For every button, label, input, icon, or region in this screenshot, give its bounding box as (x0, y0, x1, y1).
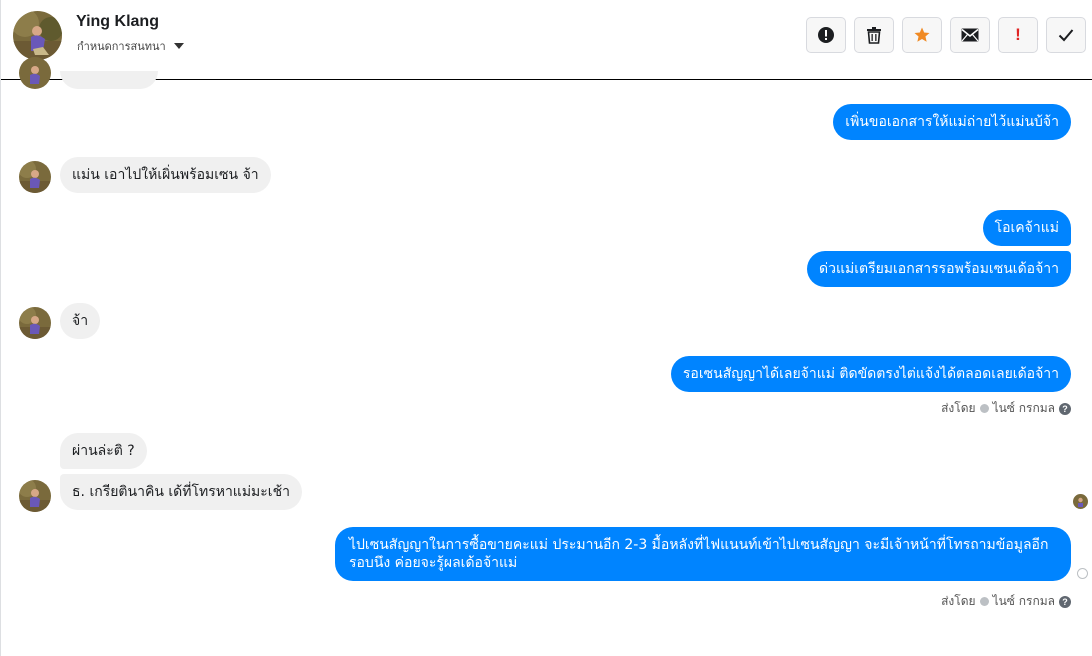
sent-by-info: ส่งโดย ไนซ์ กรกมล ? (941, 592, 1071, 611)
seen-avatar (1073, 494, 1088, 509)
sent-by-info: ส่งโดย ไนซ์ กรกมล ? (941, 399, 1071, 418)
incoming-message[interactable]: แม่น เอาไปให้เผิ่นพร้อมเซน จ้า (60, 157, 271, 193)
avatar[interactable] (19, 307, 51, 339)
trash-icon (867, 27, 881, 44)
sent-by-prefix: ส่งโดย (941, 401, 976, 415)
toolbar: ! (806, 17, 1086, 53)
mail-button[interactable] (950, 17, 990, 53)
outgoing-message[interactable]: รอเซนสัญญาได้เลยจ้าแม่ ติดขัดตรงไต่แจ้งไ… (670, 356, 1071, 392)
star-button[interactable] (902, 17, 942, 53)
sender-badge-icon (979, 597, 989, 606)
star-icon (914, 27, 930, 42)
sender-name: ไนซ์ กรกมล (992, 594, 1055, 608)
messenger-app: Ying Klang กำหนดการสนทนา ! เพิ่นขอเอกสาร… (0, 0, 1092, 656)
incoming-message[interactable]: จ้า (60, 303, 101, 339)
mail-icon (961, 28, 979, 42)
sender-name: ไนซ์ กรกมล (992, 401, 1055, 415)
contact-name[interactable]: Ying Klang (76, 13, 159, 31)
help-icon[interactable]: ? (1059, 402, 1071, 415)
message-bubble-partial (60, 71, 158, 89)
checkmark-icon (1058, 29, 1074, 42)
avatar[interactable] (19, 480, 51, 512)
spam-button[interactable]: ! (998, 17, 1038, 53)
incoming-message[interactable]: ธ. เกรียตินาคิน เด้ที่โทรหาแม่มะเช้า (60, 474, 302, 510)
conversation-settings-label: กำหนดการสนทนา (77, 40, 166, 53)
delivered-icon (1077, 568, 1088, 579)
conversation-header: Ying Klang กำหนดการสนทนา ! (1, 0, 1092, 80)
delete-button[interactable] (854, 17, 894, 53)
sender-badge-icon (979, 404, 989, 413)
outgoing-message[interactable]: เพิ่นขอเอกสารให้แม่ถ่ายไว้แม่นบ้จ้า (833, 104, 1071, 140)
outgoing-message[interactable]: ไปเซนสัญญาในการซื้อขายคะแม่ ประมานอีก 2-… (335, 527, 1071, 581)
help-icon[interactable]: ? (1059, 595, 1071, 608)
avatar[interactable] (13, 11, 62, 60)
message-thread[interactable]: เพิ่นขอเอกสารให้แม่ถ่ายไว้แม่นบ้จ้า แม่น… (1, 57, 1092, 656)
avatar (19, 57, 51, 89)
exclamation-icon: ! (1015, 25, 1021, 44)
conversation-settings-dropdown[interactable]: กำหนดการสนทนา (77, 37, 184, 55)
caret-down-icon (173, 43, 184, 49)
report-button[interactable] (806, 17, 846, 53)
mark-done-button[interactable] (1046, 17, 1086, 53)
report-icon (818, 27, 834, 43)
avatar[interactable] (19, 161, 51, 193)
outgoing-message[interactable]: ด่วแม่เตรียมเอกสารรอพร้อมเซนเด้อจ้าา (806, 251, 1071, 287)
sent-by-prefix: ส่งโดย (941, 594, 976, 608)
outgoing-message[interactable]: โอเคจ้าแม่ (982, 210, 1071, 246)
incoming-message[interactable]: ผ่านล่ะติ ? (60, 433, 147, 469)
